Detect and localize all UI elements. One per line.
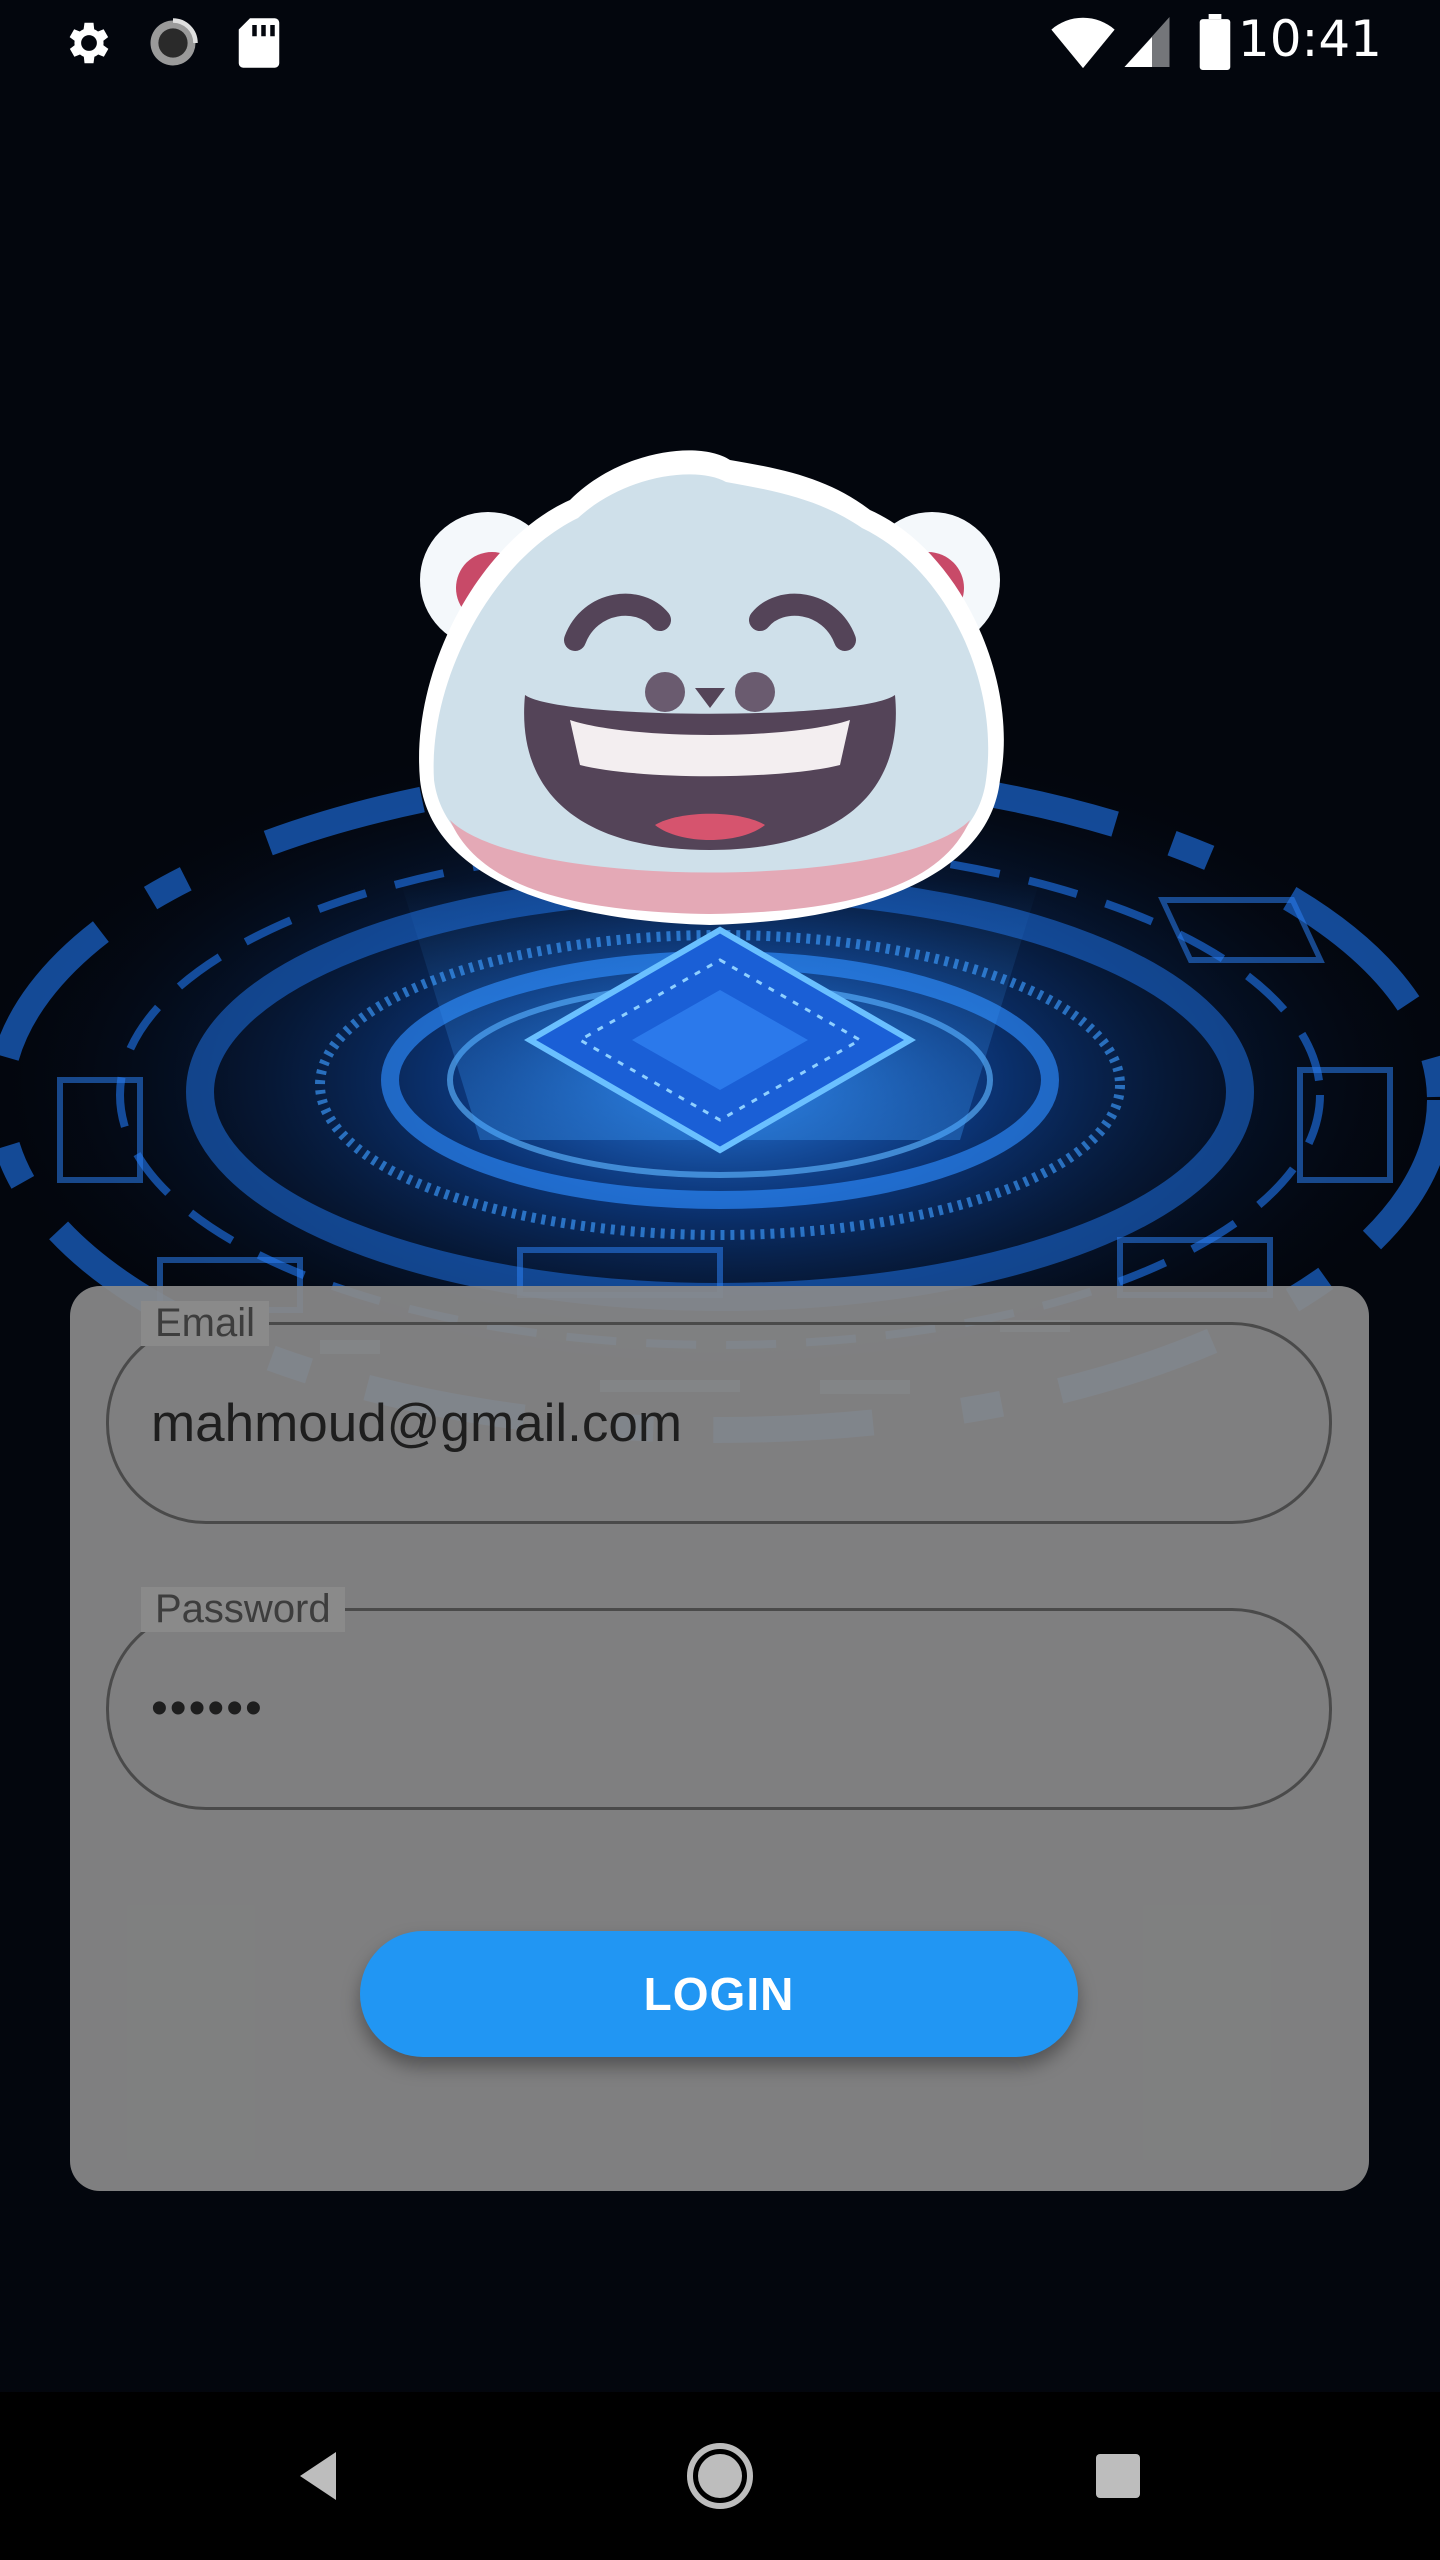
login-card: Email mahmoud@gmail.com Password •••••• … <box>70 1286 1369 2191</box>
email-label: Email <box>141 1301 270 1346</box>
password-label: Password <box>141 1587 345 1632</box>
navigation-bar <box>0 2392 1440 2560</box>
status-time: 10:41 <box>1237 10 1382 68</box>
password-field[interactable]: Password •••••• <box>106 1587 1332 1810</box>
login-button[interactable]: LOGIN <box>360 1931 1078 2057</box>
wifi-icon <box>1051 17 1115 69</box>
recents-icon[interactable] <box>1078 2436 1158 2516</box>
status-bar: 10:41 <box>0 0 1440 84</box>
password-input[interactable]: •••••• <box>151 1681 264 1736</box>
polar-bear-mascot <box>419 450 1004 925</box>
sd-card-icon <box>238 18 280 68</box>
home-icon[interactable] <box>680 2436 760 2516</box>
email-input[interactable]: mahmoud@gmail.com <box>151 1393 682 1454</box>
battery-icon <box>1199 14 1231 70</box>
sync-icon <box>150 18 198 66</box>
email-field[interactable]: Email mahmoud@gmail.com <box>106 1301 1332 1524</box>
signal-icon <box>1124 17 1170 67</box>
login-screen: 10:41 Email mahmoud@gmail.com Password •… <box>0 0 1440 2560</box>
settings-icon <box>69 22 109 64</box>
back-icon[interactable] <box>280 2436 360 2516</box>
